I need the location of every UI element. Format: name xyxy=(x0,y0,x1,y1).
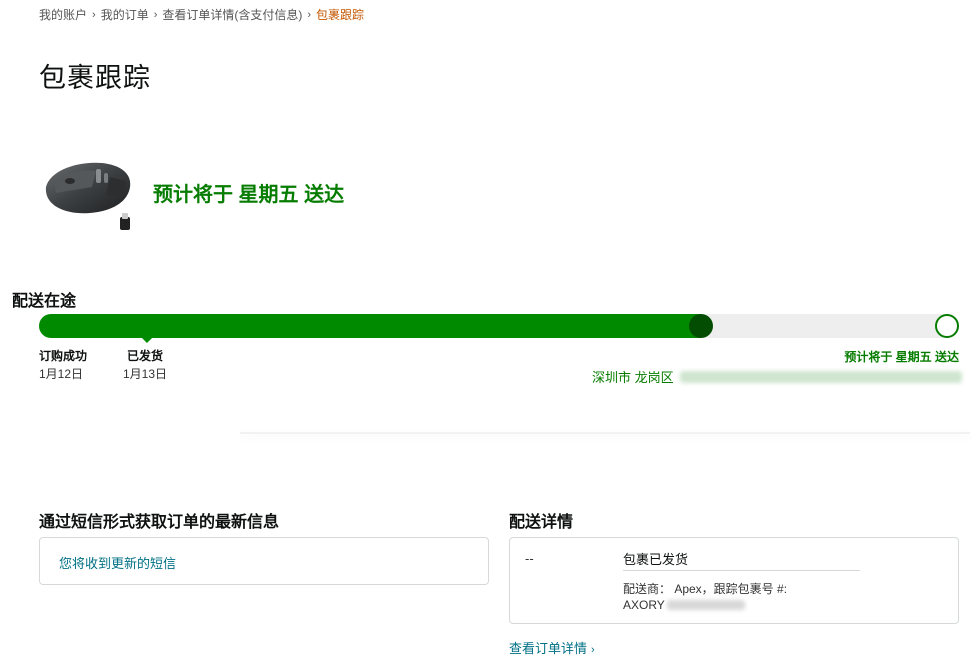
chevron-right-icon: › xyxy=(591,644,595,656)
carrier-info: 配送商： Apex，跟踪包裹号 #: xyxy=(623,582,788,596)
breadcrumb-my-account[interactable]: 我的账户 xyxy=(39,6,87,23)
delivery-address: 深圳市 龙岗区 xyxy=(592,367,962,386)
progress-notch-icon xyxy=(142,338,152,343)
tracking-number: AXORY xyxy=(623,598,745,612)
progress-fill xyxy=(39,314,701,338)
milestone-shipped: 已发货 1月13日 xyxy=(123,348,167,384)
breadcrumb-separator-icon: › xyxy=(307,8,312,21)
delivery-detail-title: 配送详情 xyxy=(509,514,574,531)
breadcrumb-my-orders[interactable]: 我的订单 xyxy=(101,6,149,23)
progress-track xyxy=(39,314,959,338)
page-title: 包裹跟踪 xyxy=(39,63,151,93)
product-image-mouse[interactable] xyxy=(40,157,136,233)
breadcrumb: 我的账户 › 我的订单 › 查看订单详情(含支付信息) › 包裹跟踪 xyxy=(39,6,364,23)
breadcrumb-separator-icon: › xyxy=(153,8,158,21)
address-redacted xyxy=(679,370,962,383)
sms-subscribe-box: 您将收到更新的短信 xyxy=(39,537,489,585)
section-divider xyxy=(240,432,970,434)
sms-section-title: 通过短信形式获取订单的最新信息 xyxy=(39,514,280,531)
view-order-details-link[interactable]: 查看订单详情 › xyxy=(509,638,595,657)
shipment-status-title: 配送在途 xyxy=(12,293,77,310)
tracking-redacted xyxy=(666,600,745,610)
milestone-label: 订购成功 xyxy=(39,349,88,363)
address-city-district: 深圳市 龙岗区 xyxy=(592,370,674,385)
milestone-ordered: 订购成功 1月12日 xyxy=(39,348,87,384)
milestone-date: 1月12日 xyxy=(39,367,84,381)
progress-current-marker xyxy=(689,314,713,338)
event-status: 包裹已发货 xyxy=(623,552,689,567)
breadcrumb-separator-icon: › xyxy=(92,8,96,21)
milestone-label: 已发货 xyxy=(127,349,164,363)
eta-headline: 预计将于 星期五 送达 xyxy=(153,184,345,206)
delivery-detail-box: -- 包裹已发货 配送商： Apex，跟踪包裹号 #: AXORY xyxy=(509,537,959,624)
event-divider xyxy=(623,570,860,571)
tracking-prefix: AXORY xyxy=(623,598,665,612)
event-time: -- xyxy=(525,551,534,566)
mouse-icon xyxy=(45,162,131,230)
eta-summary: 预计将于 星期五 送达 xyxy=(844,350,959,364)
breadcrumb-current: 包裹跟踪 xyxy=(316,8,365,22)
breadcrumb-order-details[interactable]: 查看订单详情(含支付信息) xyxy=(162,6,302,23)
progress-destination-marker xyxy=(935,314,959,338)
view-order-details-label: 查看订单详情 xyxy=(509,641,588,656)
sms-subscribe-link[interactable]: 您将收到更新的短信 xyxy=(59,553,176,572)
milestone-date: 1月13日 xyxy=(123,367,168,381)
